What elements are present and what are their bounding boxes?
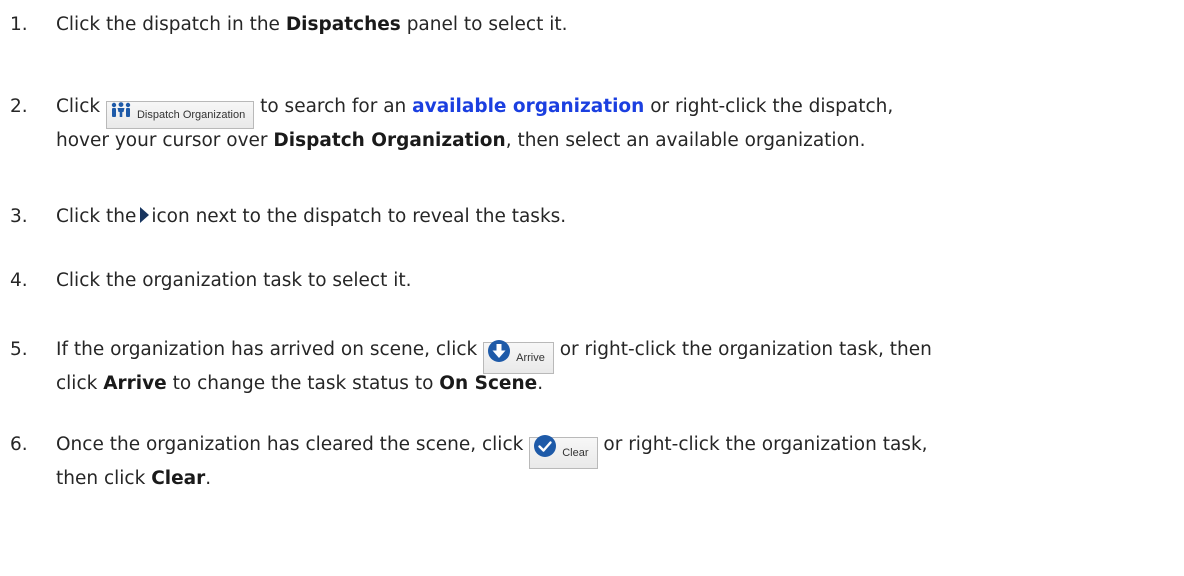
step-text: to change the task status to [166,373,440,394]
button-label: Clear [562,447,589,459]
clear-check-icon [533,434,557,472]
step-number: 5. [10,339,28,360]
available-organization-link[interactable]: available organization [412,96,644,117]
step-text: Click [56,96,101,117]
step-text: Click the [56,206,137,227]
step-text: If the organization has arrived on scene… [56,339,478,360]
panel-name: Dispatches [285,14,401,35]
status-name: On Scene [439,373,538,394]
clear-button[interactable]: Clear [529,434,598,472]
step-number: 1. [10,14,28,35]
menu-item-name: Clear [151,468,206,489]
step-text: Click the organization task to select it… [56,270,412,291]
step-text: Click the dispatch in the [56,14,286,35]
step-text: click [56,373,104,394]
menu-item-name: Dispatch Organization [273,130,506,151]
step-text: or right-click the organization task, th… [553,339,932,360]
step-text: panel to select it. [400,14,568,35]
step-text: or right-click the organization task, [597,434,928,455]
step-number: 4. [10,270,28,291]
step-text: . [205,468,212,489]
step-text: then click [56,468,152,489]
step-text: , then select an available organization. [505,130,866,151]
step-text: hover your cursor over [56,130,274,151]
step-text: or right-click the dispatch, [644,96,894,117]
step-number: 6. [10,434,28,455]
step-text: to search for an [254,96,413,117]
step-text: icon next to the dispatch to reveal the … [151,206,567,227]
menu-item-name: Arrive [103,373,167,394]
instruction-page: 1. Click the dispatch in the Dispatches … [0,0,1184,576]
expand-triangle-icon [140,207,150,223]
step-text: . [537,373,544,394]
step-text: Once the organization has cleared the sc… [56,434,524,455]
step-number: 2. [10,96,28,117]
step-number: 3. [10,206,28,227]
